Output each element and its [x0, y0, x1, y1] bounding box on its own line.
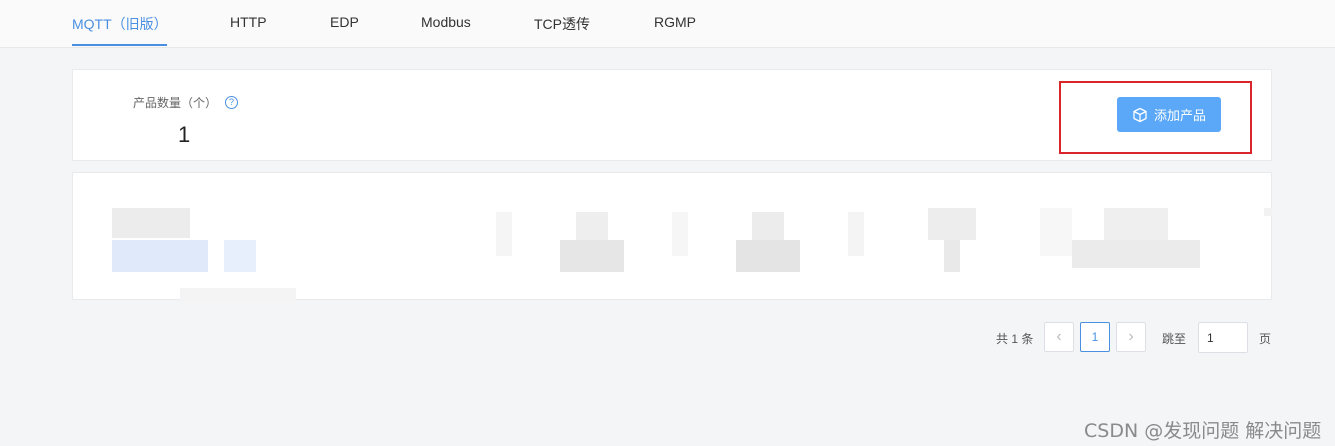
product-count-label-text: 产品数量（个）	[133, 96, 218, 110]
watermark: CSDN @发现问题 解决问题	[1084, 420, 1322, 442]
chevron-left-icon: ‹	[1056, 328, 1062, 345]
add-product-label: 添加产品	[1153, 108, 1206, 123]
jump-label: 跳至	[1162, 332, 1187, 346]
next-page-button[interactable]: ›	[1116, 322, 1146, 352]
tab-modbus[interactable]: Modbus	[421, 14, 471, 30]
product-count-label: 产品数量（个） ?	[133, 94, 239, 111]
protocol-tabs: MQTT（旧版） HTTP EDP Modbus TCP透传 RGMP	[0, 0, 1335, 48]
help-icon[interactable]: ?	[225, 96, 239, 109]
active-tab-indicator	[72, 44, 167, 46]
tab-rgmp[interactable]: RGMP	[654, 14, 696, 30]
total-count: 共 1 条	[996, 332, 1034, 346]
product-count-value: 1	[178, 122, 191, 147]
jump-page-input[interactable]	[1198, 322, 1248, 353]
cube-icon	[1133, 107, 1147, 122]
prev-page-button[interactable]: ‹	[1044, 322, 1074, 352]
chevron-right-icon: ›	[1128, 328, 1134, 345]
tab-edp[interactable]: EDP	[330, 14, 359, 30]
tab-mqtt[interactable]: MQTT（旧版）	[72, 14, 168, 34]
page-suffix: 页	[1259, 332, 1272, 346]
tab-http[interactable]: HTTP	[230, 14, 267, 30]
page-1-button[interactable]: 1	[1080, 322, 1110, 352]
tab-tcp[interactable]: TCP透传	[534, 14, 590, 34]
add-product-button[interactable]: 添加产品	[1117, 97, 1221, 132]
